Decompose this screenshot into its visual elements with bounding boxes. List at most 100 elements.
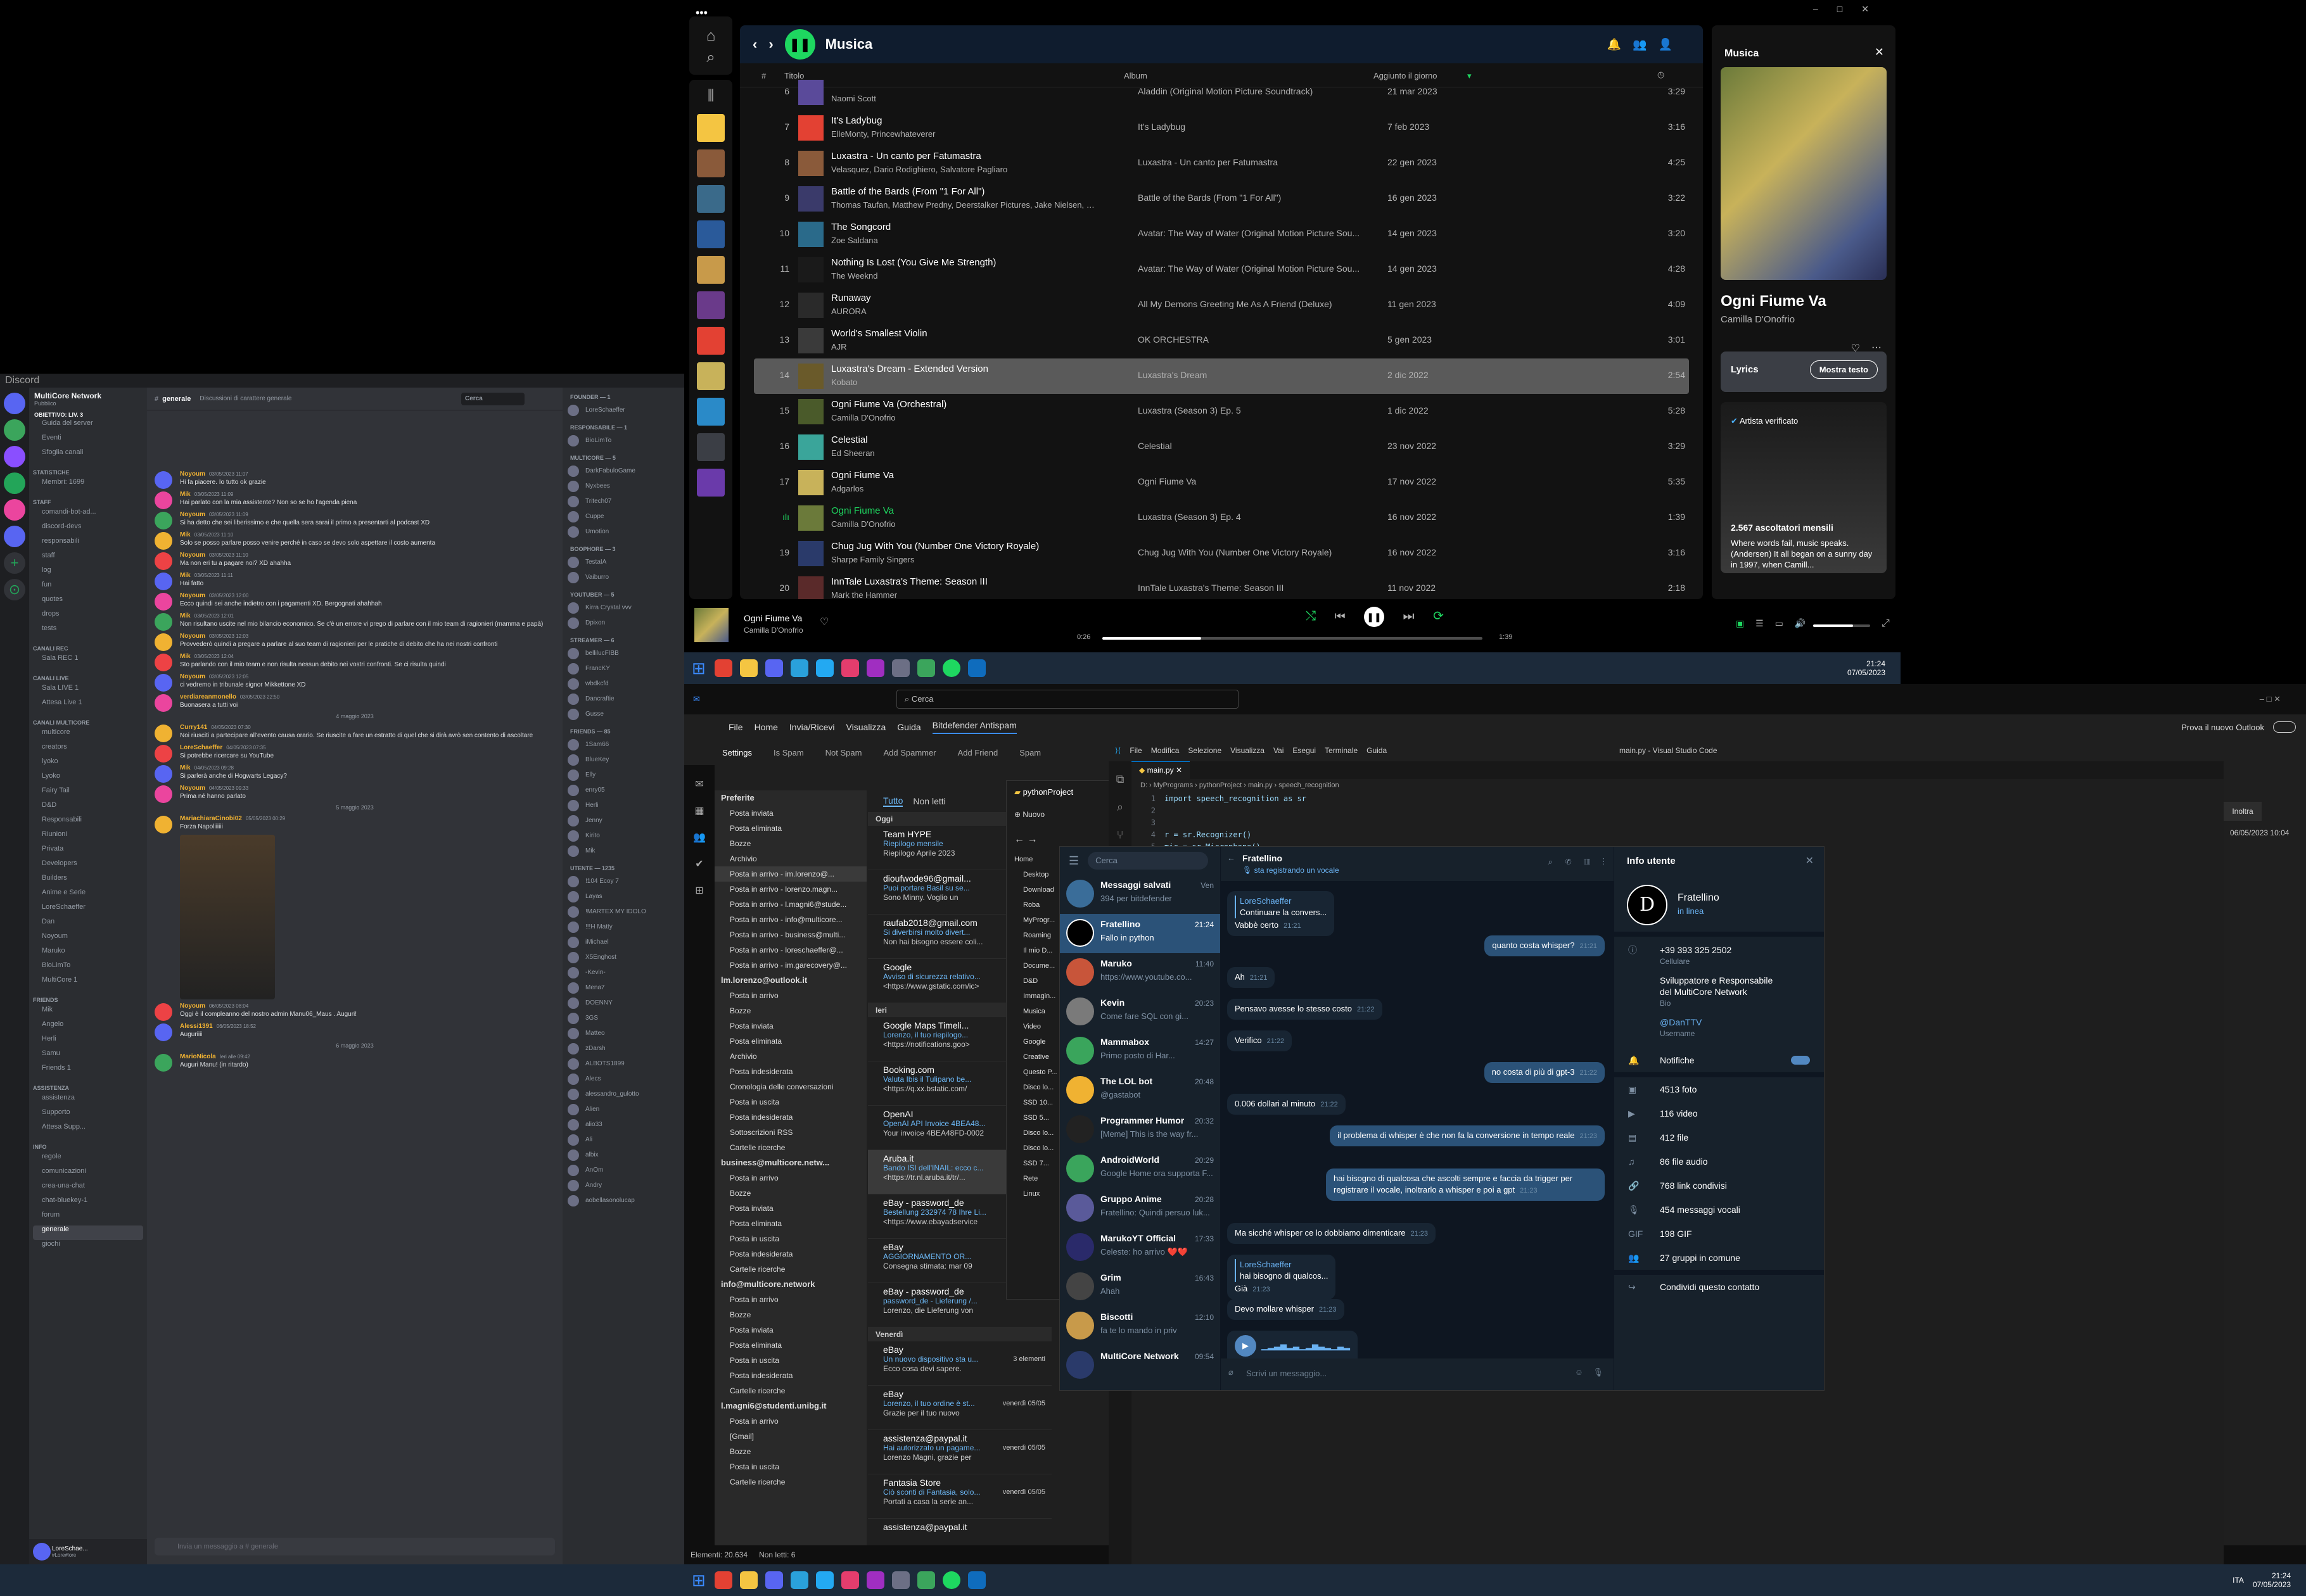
avatar[interactable] — [155, 725, 172, 742]
folder-item[interactable]: Posta inviata — [715, 1018, 867, 1034]
folder-item[interactable]: Posta in arrivo - im.garecovery@... — [715, 958, 867, 973]
member-item[interactable]: BlueKey — [563, 752, 684, 768]
member-item[interactable]: Matteo — [563, 1026, 684, 1041]
avatar[interactable] — [155, 491, 172, 509]
back-arrow-icon[interactable]: ← — [1227, 853, 1235, 863]
channel-item[interactable]: Noyoum — [29, 932, 147, 947]
track-row[interactable]: ılı Ogni Fiume Va Camilla D'Onofrio Luxastr… — [754, 500, 1689, 536]
media-count-row[interactable]: 🔗 768 link condivisi — [1614, 1174, 1824, 1198]
server-icon[interactable] — [4, 526, 25, 547]
microphone-icon[interactable]: 🎙 — [1593, 1367, 1603, 1378]
channel-category[interactable]: STATISTICHE — [29, 463, 147, 478]
track-row[interactable]: 8 Luxastra - Un canto per Fatumastra Velas… — [754, 146, 1689, 181]
channel-item[interactable]: multicore — [29, 728, 147, 743]
mail-item[interactable]: assistenza@paypal.it Hai autorizzato un p… — [868, 1430, 1052, 1474]
track-artist[interactable]: Camilla D'Onofrio — [831, 413, 1097, 422]
attach-icon[interactable]: ⌀ — [1228, 1367, 1233, 1378]
server-icon[interactable] — [4, 419, 25, 441]
member-item[interactable]: Tritech07 — [563, 494, 684, 509]
message-author[interactable]: Mik — [180, 531, 191, 538]
try-new-outlook[interactable]: Prova il nuovo Outlook — [2181, 723, 2264, 732]
channel-item[interactable]: discord-devs — [29, 522, 147, 537]
library-playlist-icon[interactable] — [697, 185, 725, 213]
library-playlist-icon[interactable] — [697, 149, 725, 177]
member-item[interactable]: X5Enghost — [563, 950, 684, 965]
member-item[interactable]: FrancKY — [563, 661, 684, 676]
avatar[interactable] — [155, 532, 172, 550]
track-title[interactable]: Nothing Is Lost (You Give Me Strength) — [831, 257, 1097, 268]
avatar[interactable] — [155, 633, 172, 651]
track-album[interactable]: Avatar: The Way of Water (Original Motio… — [1138, 228, 1366, 238]
chat-list-item[interactable]: AndroidWorld Google Home ora supporta F..… — [1060, 1150, 1220, 1189]
app-icon[interactable] — [841, 659, 859, 677]
member-item[interactable]: DarkFabuloGame — [563, 464, 684, 479]
channel-item[interactable]: crea-una-chat — [29, 1182, 147, 1196]
avatar[interactable] — [155, 785, 172, 803]
member-item[interactable]: Jenny — [563, 813, 684, 828]
ribbon-tab[interactable]: File — [729, 722, 743, 732]
message-author[interactable]: Noyoum — [180, 552, 205, 559]
folder-item[interactable]: Posta eliminata — [715, 1338, 867, 1353]
chat-list-item[interactable]: Maruko https://www.youtube.co... 11:40 — [1060, 953, 1220, 992]
folder-group[interactable]: business@multicore.netw... — [715, 1155, 867, 1170]
message-author[interactable]: Mik — [180, 612, 191, 619]
chat-list-item[interactable]: Programmer Humor [Meme] This is the way f… — [1060, 1110, 1220, 1150]
avatar[interactable] — [155, 593, 172, 611]
menu-item[interactable]: Selezione — [1188, 746, 1221, 755]
ribbon-button[interactable]: Add Friend — [958, 748, 998, 757]
outlook-icon[interactable] — [967, 659, 986, 677]
apps-icon[interactable]: ⊞ — [684, 878, 715, 904]
folder-item[interactable]: Cartelle ricerche — [715, 1140, 867, 1155]
track-title[interactable]: Ogni Fiume Va — [831, 505, 1097, 516]
folder-item[interactable]: Archivio — [715, 851, 867, 866]
channel-item[interactable]: Lyoko — [29, 772, 147, 787]
track-title[interactable]: Ogni Fiume Va (Orchestral) — [831, 399, 1097, 410]
member-item[interactable]: LoreSchaeffer — [563, 403, 684, 418]
channel-item[interactable]: BloLimTo — [29, 961, 147, 976]
telegram-icon[interactable] — [790, 1571, 808, 1589]
chat-message[interactable]: quanto costa whisper? 21:21 — [1484, 935, 1605, 956]
channel-item[interactable]: giochi — [29, 1240, 147, 1255]
folder-item[interactable]: Posta in uscita — [715, 1459, 867, 1474]
notifications-row[interactable]: 🔔 Notifiche — [1614, 1048, 1824, 1072]
list-filter-tab[interactable]: Tutto — [883, 795, 903, 807]
ribbon-tab[interactable]: Bitdefender Antispam — [932, 720, 1017, 734]
add-server-icon[interactable]: + — [4, 552, 25, 574]
track-row[interactable]: 10 The Songcord Zoe Saldana Avatar: The Way… — [754, 217, 1689, 252]
track-artist[interactable]: Zoe Saldana — [831, 236, 1097, 245]
folder-item[interactable]: Posta eliminata — [715, 1034, 867, 1049]
menu-item[interactable]: File — [1130, 746, 1142, 755]
folder-item[interactable]: Posta in uscita — [715, 1094, 867, 1110]
track-row[interactable]: 15 Ogni Fiume Va (Orchestral) Camilla D'On… — [754, 394, 1689, 429]
forward-button[interactable]: Inoltra — [2224, 802, 2262, 821]
member-item[interactable]: Nyxbees — [563, 479, 684, 494]
track-title[interactable]: World's Smallest Violin — [831, 328, 1097, 339]
folder-group[interactable]: Preferite — [715, 790, 867, 806]
track-row[interactable]: 16 Celestial Ed Sheeran Celestial 23 nov 202… — [754, 429, 1689, 465]
folder-item[interactable]: Posta in arrivo - im.lorenzo@... — [715, 866, 867, 882]
server-menu-item[interactable]: Eventi — [29, 434, 147, 448]
server-icon[interactable] — [4, 472, 25, 494]
file-explorer-icon[interactable] — [739, 1571, 758, 1589]
folder-item[interactable]: Posta eliminata — [715, 1216, 867, 1231]
header-actions[interactable]: ⌕ ✆ ▥ ⋮ — [1548, 857, 1605, 867]
tab-main-py[interactable]: ◆ main.py ✕ — [1131, 761, 1190, 779]
chat-list-item[interactable]: MarukoYT Official Celeste: ho arrivo ❤️❤️… — [1060, 1228, 1220, 1267]
member-item[interactable]: aobellasonolucap — [563, 1193, 684, 1208]
chat-list-item[interactable]: Messaggi salvati 394 per bitdefender Ven — [1060, 875, 1220, 914]
track-title[interactable]: Celestial — [831, 434, 1097, 445]
chrome-icon[interactable] — [714, 1571, 732, 1589]
chat-message[interactable]: Pensavo avesse lo stesso costo 21:22 — [1227, 999, 1382, 1020]
menu-item[interactable]: Modifica — [1151, 746, 1180, 755]
start-icon[interactable]: ⊞ — [692, 659, 706, 678]
track-title[interactable]: Battle of the Bards (From "1 For All") — [831, 186, 1097, 197]
breadcrumb-item[interactable]: main.py — [1248, 782, 1273, 789]
message-author[interactable]: Noyoum — [180, 592, 205, 599]
language-indicator[interactable]: ITA — [2233, 1576, 2244, 1585]
track-artist[interactable]: The Weeknd — [831, 271, 1097, 281]
message-author[interactable]: Noyoum — [180, 785, 205, 792]
chat-list-item[interactable]: Mammabox Primo posto di Har... 14:27 — [1060, 1032, 1220, 1071]
track-artist[interactable]: ElleMonty, Princewhateverer — [831, 129, 1097, 139]
search-icon[interactable]: ⌕ — [1109, 793, 1131, 821]
shuffle-icon[interactable]: ⤭ — [1306, 609, 1316, 623]
